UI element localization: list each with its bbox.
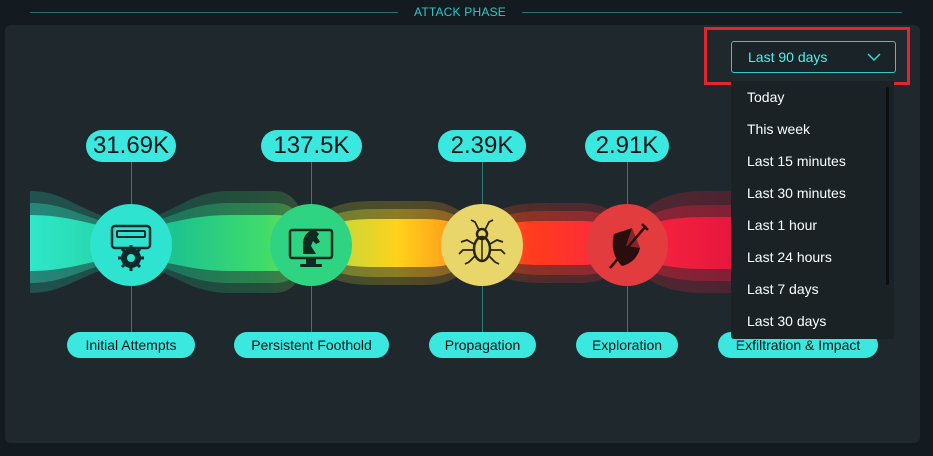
time-range-selected-value: Last 90 days	[748, 49, 828, 65]
bug-circuit-icon	[458, 219, 506, 265]
header-divider-right	[522, 12, 902, 13]
stage-connector-bottom	[311, 286, 312, 332]
chevron-down-icon	[867, 53, 881, 62]
time-range-select[interactable]: Last 90 days	[731, 41, 896, 73]
menu-option-this-week[interactable]: This week	[747, 119, 810, 139]
menu-scrollbar[interactable]	[886, 87, 889, 285]
time-range-menu: Today This week Last 15 minutes Last 30 …	[731, 81, 894, 339]
menu-option-last-15-minutes[interactable]: Last 15 minutes	[747, 151, 846, 171]
stage-node-initial-attempts[interactable]	[90, 204, 172, 286]
stage-value-persistent-foothold[interactable]: 137.5K	[261, 130, 362, 162]
stage-label-propagation[interactable]: Propagation	[429, 332, 536, 358]
header-divider-left	[30, 12, 398, 13]
stage-connector-bottom	[627, 286, 628, 332]
stage-node-persistent-foothold[interactable]	[270, 204, 352, 286]
menu-option-last-1-hour[interactable]: Last 1 hour	[747, 215, 817, 235]
menu-option-today[interactable]: Today	[747, 87, 784, 107]
menu-option-last-24-hours[interactable]: Last 24 hours	[747, 247, 832, 267]
menu-option-last-30-days[interactable]: Last 30 days	[747, 311, 826, 331]
stage-connector-bottom	[131, 286, 132, 332]
menu-option-last-7-days[interactable]: Last 7 days	[747, 279, 819, 299]
stage-label-initial-attempts[interactable]: Initial Attempts	[67, 332, 195, 358]
stage-value-initial-attempts[interactable]: 31.69K	[86, 130, 176, 162]
stage-node-propagation[interactable]	[441, 204, 523, 286]
stage-value-propagation[interactable]: 2.39K	[438, 130, 526, 162]
shield-sword-icon	[609, 223, 649, 269]
stage-connector-bottom	[482, 286, 483, 332]
stage-value-exploration[interactable]: 2.91K	[585, 130, 669, 162]
keyboard-gear-icon	[110, 224, 152, 271]
section-header: ATTACK PHASE	[0, 0, 933, 24]
stage-node-exploration[interactable]	[586, 204, 668, 286]
stage-label-persistent-foothold[interactable]: Persistent Foothold	[234, 332, 389, 358]
section-title: ATTACK PHASE	[414, 5, 506, 19]
trojan-horse-monitor-icon	[288, 228, 334, 267]
stage-label-exploration[interactable]: Exploration	[576, 332, 678, 358]
menu-option-last-30-minutes[interactable]: Last 30 minutes	[747, 183, 846, 203]
